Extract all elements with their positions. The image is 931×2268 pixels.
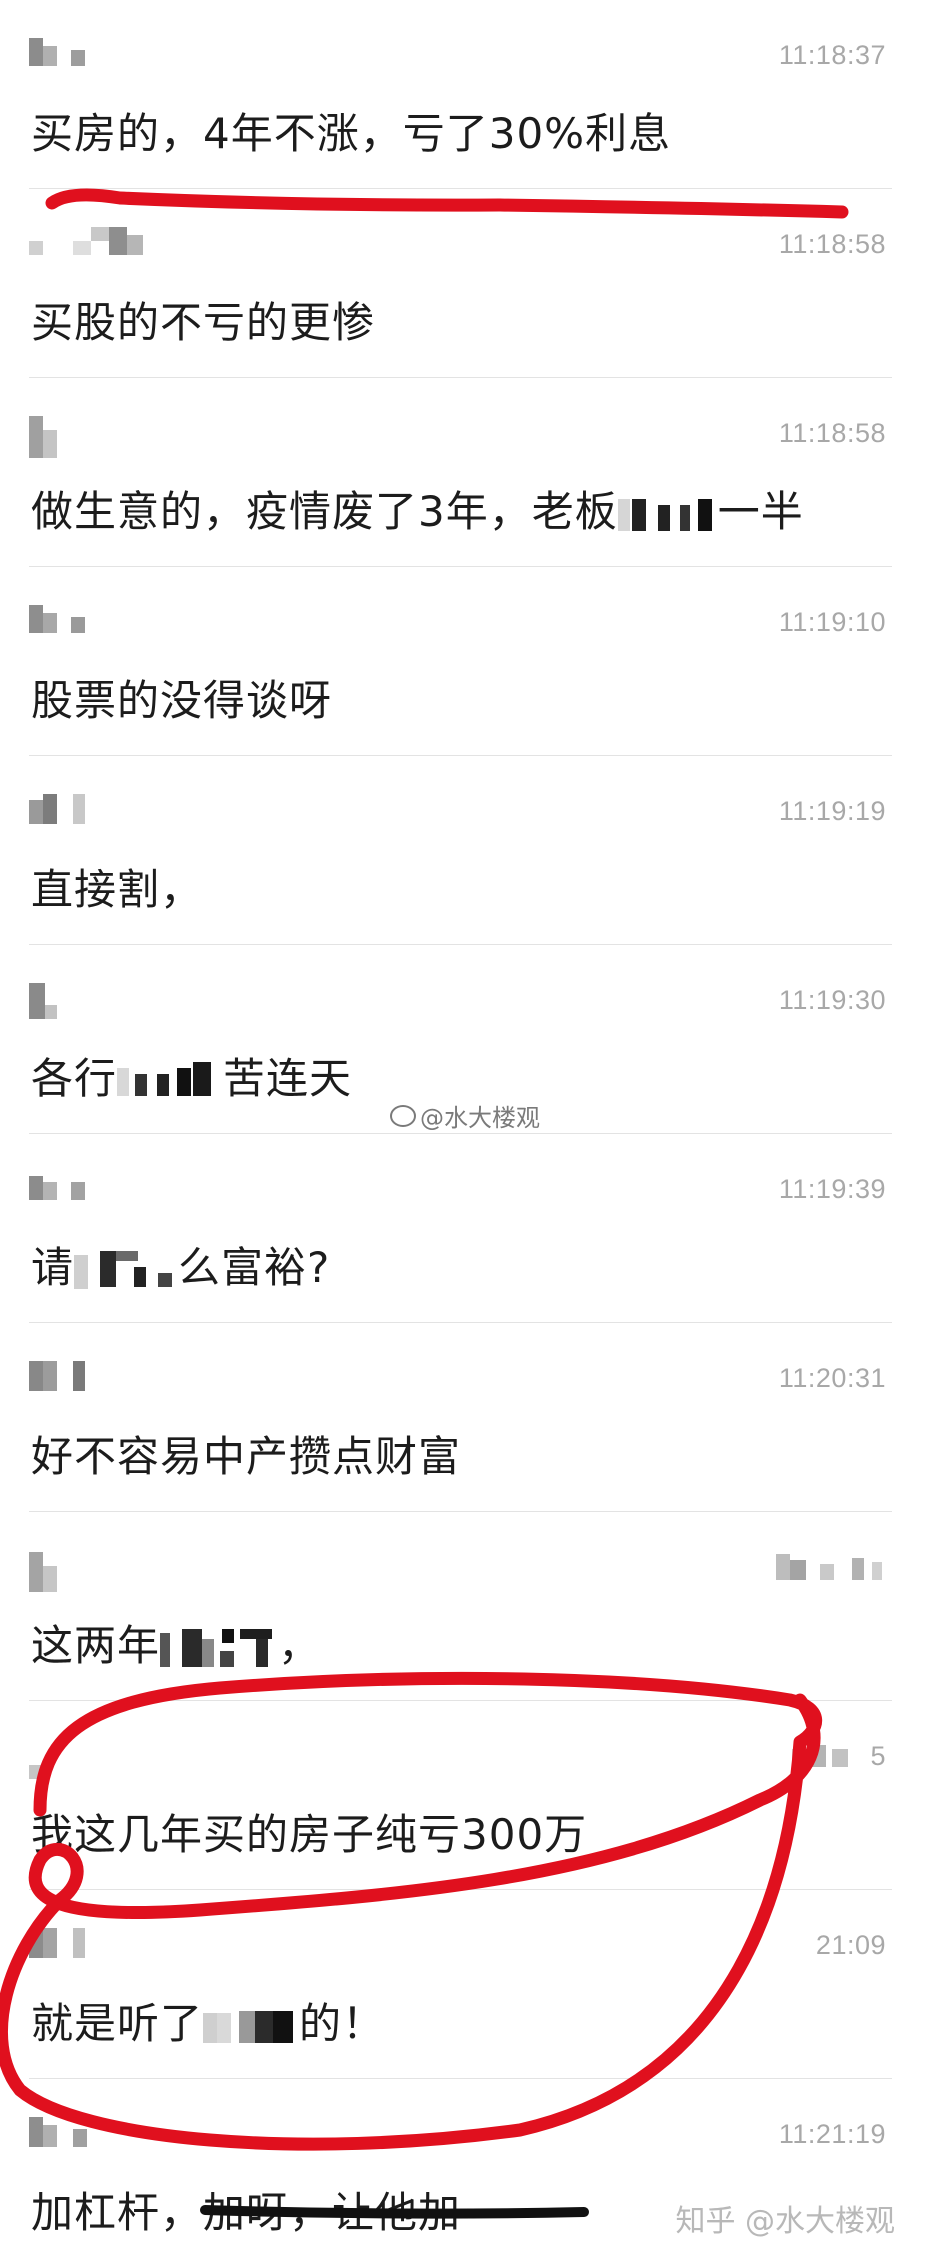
red-underline-annotation bbox=[45, 188, 849, 219]
black-strikethrough-annotation bbox=[200, 2205, 589, 2219]
red-annotation-overlay bbox=[0, 188, 849, 2219]
red-circle-annotation bbox=[0, 1671, 823, 2151]
